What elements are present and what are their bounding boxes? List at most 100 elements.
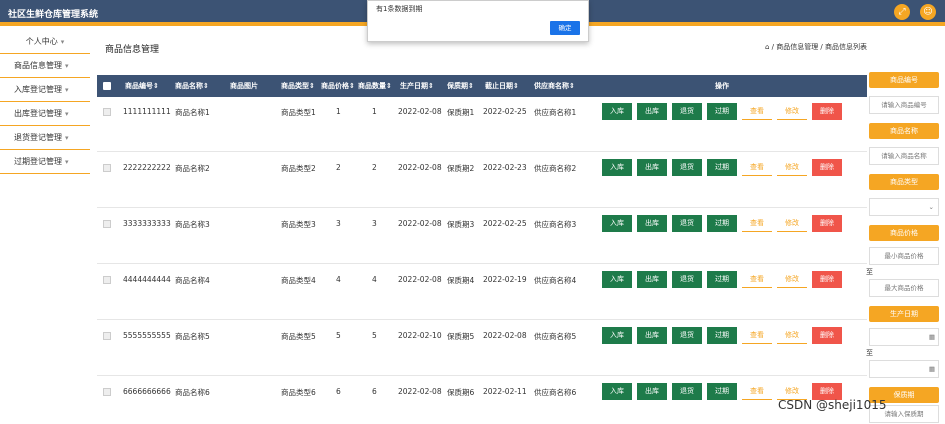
edit-button[interactable]: 修改 [777,327,807,344]
fullscreen-icon[interactable]: ⤢ [894,4,910,20]
stock-out-button[interactable]: 出库 [637,215,667,232]
delete-button[interactable]: 删除 [812,327,842,344]
cell-supplier: 供应商名称6 [534,388,577,397]
return-button[interactable]: 退货 [672,383,702,400]
stock-in-button[interactable]: 入库 [602,327,632,344]
row-checkbox[interactable] [103,276,111,284]
cell-edate: 2022-02-11 [483,387,527,396]
sidebar-item-expire[interactable]: 过期登记管理 ▾ [0,150,90,174]
sort-icon: ⇕ [428,82,434,90]
cell-name: 商品名称1 [175,108,210,117]
header-name[interactable]: 商品名称⇕ [175,81,209,91]
view-button[interactable]: 查看 [742,103,772,120]
chevron-down-icon: ▾ [65,109,69,118]
name-search-input[interactable]: 请输入商品名称 [869,147,939,165]
sort-icon: ⇕ [386,82,392,90]
edit-button[interactable]: 修改 [777,271,807,288]
view-button[interactable]: 查看 [742,271,772,288]
view-button[interactable]: 查看 [742,215,772,232]
stock-out-button[interactable]: 出库 [637,383,667,400]
chevron-down-icon: ▾ [65,61,69,70]
sidebar-item-goods[interactable]: 商品信息管理 ▾ [0,54,90,78]
edit-button[interactable]: 修改 [777,159,807,176]
view-button[interactable]: 查看 [742,159,772,176]
table-row: 6666666666 商品名称6 商品类型6 6 6 2022-02-08 保质… [97,377,867,424]
return-button[interactable]: 退货 [672,215,702,232]
expire-button[interactable]: 过期 [707,327,737,344]
view-button[interactable]: 查看 [742,383,772,400]
stock-in-button[interactable]: 入库 [602,103,632,120]
row-checkbox[interactable] [103,108,111,116]
stock-in-button[interactable]: 入库 [602,159,632,176]
calendar-icon: ▦ [928,365,935,373]
type-select[interactable]: ⌄ [869,198,939,216]
header-shelf[interactable]: 保质期⇕ [447,81,474,91]
row-checkbox[interactable] [103,164,111,172]
filter-price-label: 商品价格 [869,225,939,241]
app-title: 社区生鲜仓库管理系统 [8,10,99,20]
range-separator: 至 [866,268,873,276]
view-button[interactable]: 查看 [742,327,772,344]
delete-button[interactable]: 删除 [812,215,842,232]
header-type[interactable]: 商品类型⇕ [281,81,315,91]
user-icon[interactable]: ☺ [920,4,936,20]
header-pdate[interactable]: 生产日期⇕ [400,81,434,91]
expire-button[interactable]: 过期 [707,103,737,120]
expire-button[interactable]: 过期 [707,159,737,176]
delete-button[interactable]: 删除 [812,103,842,120]
header-label: 商品编号 [125,82,153,90]
sidebar-item-stock-out[interactable]: 出库登记管理 ▾ [0,102,90,126]
cell-name: 商品名称5 [175,332,210,341]
sidebar-item-profile[interactable]: 个人中心 ▾ [0,30,90,54]
edit-button[interactable]: 修改 [777,103,807,120]
min-price-input[interactable]: 最小商品价格 [869,247,939,265]
pdate-end-input[interactable]: ▦ [869,360,939,378]
sidebar-item-label: 个人中心 [25,37,58,46]
stock-out-button[interactable]: 出库 [637,327,667,344]
return-button[interactable]: 退货 [672,159,702,176]
max-price-input[interactable]: 最大商品价格 [869,279,939,297]
confirm-button[interactable]: 确定 [550,21,580,35]
stock-out-button[interactable]: 出库 [637,271,667,288]
sort-icon: ⇕ [468,82,474,90]
expire-button[interactable]: 过期 [707,271,737,288]
return-button[interactable]: 退货 [672,327,702,344]
return-button[interactable]: 退货 [672,103,702,120]
header-qty[interactable]: 商品数量⇕ [358,81,392,91]
expire-button[interactable]: 过期 [707,383,737,400]
row-checkbox[interactable] [103,220,111,228]
cell-edate: 2022-02-25 [483,219,527,228]
return-button[interactable]: 退货 [672,271,702,288]
cell-code: 1111111111 [123,107,171,116]
stock-out-button[interactable]: 出库 [637,159,667,176]
sidebar-item-stock-in[interactable]: 入库登记管理 ▾ [0,78,90,102]
pdate-start-input[interactable]: ▦ [869,328,939,346]
header-supplier[interactable]: 供应商名称⇕ [534,81,575,91]
header-label: 供应商名称 [534,82,569,90]
cell-pdate: 2022-02-08 [398,107,442,116]
stock-in-button[interactable]: 入库 [602,383,632,400]
row-checkbox[interactable] [103,332,111,340]
stock-in-button[interactable]: 入库 [602,215,632,232]
select-all-checkbox[interactable] [103,82,111,90]
edit-button[interactable]: 修改 [777,215,807,232]
cell-type: 商品类型1 [281,108,316,117]
delete-button[interactable]: 删除 [812,271,842,288]
chevron-down-icon: ⌄ [928,203,934,211]
stock-in-button[interactable]: 入库 [602,271,632,288]
code-search-input[interactable]: 请输入商品编号 [869,96,939,114]
row-checkbox[interactable] [103,388,111,396]
sidebar-item-return[interactable]: 退货登记管理 ▾ [0,126,90,150]
header-price[interactable]: 商品价格⇕ [321,81,355,91]
sidebar-item-label: 退货登记管理 [14,133,62,142]
cell-type: 商品类型3 [281,220,316,229]
sidebar-item-label: 出库登记管理 [14,109,62,118]
stock-out-button[interactable]: 出库 [637,103,667,120]
header-edate[interactable]: 截止日期⇕ [485,81,519,91]
expire-button[interactable]: 过期 [707,215,737,232]
header-code[interactable]: 商品编号⇕ [125,81,159,91]
cell-code: 2222222222 [123,163,171,172]
cell-shelf: 保质期6 [447,388,475,397]
cell-supplier: 供应商名称5 [534,332,577,341]
delete-button[interactable]: 删除 [812,159,842,176]
